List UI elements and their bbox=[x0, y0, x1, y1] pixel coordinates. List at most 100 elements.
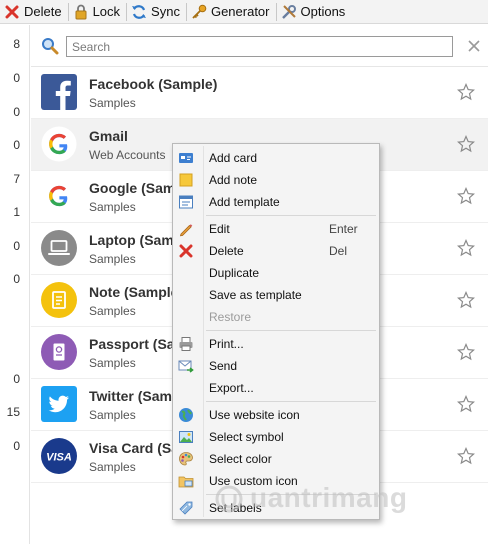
menu-item-label: Select symbol bbox=[209, 430, 284, 444]
delete-button-label: Delete bbox=[24, 4, 62, 19]
menu-item-print[interactable]: Print... bbox=[175, 333, 377, 355]
visa-logo-text: VISA bbox=[46, 452, 72, 464]
count-item: 0 bbox=[13, 272, 20, 286]
entry-title: Passport (Sa bbox=[89, 336, 175, 352]
count-item: 0 bbox=[13, 372, 20, 386]
palette-icon bbox=[179, 452, 193, 466]
menu-item-select-symbol[interactable]: Select symbol bbox=[175, 426, 377, 448]
delete-x-icon bbox=[4, 4, 20, 20]
options-button-label: Options bbox=[300, 4, 346, 19]
menu-separator bbox=[206, 401, 376, 402]
star-icon[interactable] bbox=[457, 83, 475, 101]
menu-item-label: Send bbox=[209, 359, 238, 373]
menu-item-label: Print... bbox=[209, 337, 244, 351]
menu-item-duplicate[interactable]: Duplicate bbox=[175, 262, 377, 284]
star-icon[interactable] bbox=[457, 447, 475, 465]
count-item: 1 bbox=[13, 205, 20, 219]
entry-category: Samples bbox=[89, 96, 136, 110]
generator-button[interactable]: Generator bbox=[187, 0, 276, 24]
entry-title: Twitter (Sam bbox=[89, 388, 172, 404]
toolbar: Delete Lock Sync Generator Options bbox=[0, 0, 488, 24]
folder-image-icon bbox=[178, 476, 194, 488]
count-item: 8 bbox=[13, 37, 20, 51]
search-icon bbox=[42, 38, 59, 55]
card-icon bbox=[179, 153, 193, 163]
menu-item-label: Use website icon bbox=[209, 408, 300, 422]
count-item: 0 bbox=[13, 439, 20, 453]
count-item: 0 bbox=[13, 105, 20, 119]
send-icon bbox=[178, 360, 194, 373]
menu-item-label: Edit bbox=[209, 222, 230, 236]
search-bar bbox=[31, 25, 488, 67]
visa-icon: VISA bbox=[41, 438, 77, 474]
entry-category: Samples bbox=[89, 408, 136, 422]
entry-title: Google (Sam bbox=[89, 180, 176, 196]
menu-item-select-color[interactable]: Select color bbox=[175, 448, 377, 470]
clear-search-icon[interactable] bbox=[466, 38, 482, 54]
menu-item-label: Save as template bbox=[209, 288, 302, 302]
menu-item-add-note[interactable]: Add note bbox=[175, 169, 377, 191]
picture-icon bbox=[179, 431, 193, 443]
tag-icon bbox=[179, 501, 193, 515]
menu-item-restore: Restore bbox=[175, 306, 377, 328]
sync-icon bbox=[131, 4, 147, 20]
star-icon[interactable] bbox=[457, 187, 475, 205]
list-item[interactable]: Facebook (Sample) Samples bbox=[31, 67, 488, 119]
note-icon bbox=[179, 173, 193, 187]
lock-button-label: Lock bbox=[92, 4, 121, 19]
search-input[interactable] bbox=[66, 36, 453, 57]
star-icon[interactable] bbox=[457, 343, 475, 361]
menu-item-label: Duplicate bbox=[209, 266, 260, 280]
count-item: 0 bbox=[13, 71, 20, 85]
entry-title: Visa Card (Sa bbox=[89, 440, 180, 456]
menu-item-save-as-template[interactable]: Save as template bbox=[175, 284, 377, 306]
menu-item-use-website-icon[interactable]: Use website icon bbox=[175, 404, 377, 426]
sync-button[interactable]: Sync bbox=[127, 0, 186, 24]
menu-item-label: Export... bbox=[209, 381, 254, 395]
star-icon[interactable] bbox=[457, 291, 475, 309]
google-icon bbox=[41, 126, 77, 162]
count-item: 15 bbox=[6, 405, 20, 419]
context-menu: Add card Add note Add template Edit Ente… bbox=[172, 143, 380, 520]
sync-button-label: Sync bbox=[151, 4, 180, 19]
count-item: 7 bbox=[13, 172, 20, 186]
lock-button[interactable]: Lock bbox=[69, 0, 126, 24]
menu-item-shortcut: Del bbox=[329, 244, 348, 258]
facebook-icon bbox=[41, 74, 77, 110]
menu-item-label: Add note bbox=[209, 173, 258, 187]
menu-item-delete[interactable]: Delete Del bbox=[175, 240, 377, 262]
passport-icon bbox=[41, 334, 77, 370]
star-icon[interactable] bbox=[457, 395, 475, 413]
menu-item-label: Add template bbox=[209, 195, 280, 209]
menu-item-add-card[interactable]: Add card bbox=[175, 147, 377, 169]
printer-icon bbox=[179, 337, 193, 351]
entry-title: Laptop (Sam bbox=[89, 232, 174, 248]
entry-category: Samples bbox=[89, 356, 136, 370]
menu-item-edit[interactable]: Edit Enter bbox=[175, 218, 377, 240]
menu-item-label: Delete bbox=[209, 244, 244, 258]
watermark-text: uantrimang bbox=[250, 482, 408, 513]
laptop-icon bbox=[41, 230, 77, 266]
pencil-icon bbox=[179, 224, 193, 237]
note-icon bbox=[41, 282, 77, 318]
menu-item-send[interactable]: Send bbox=[175, 355, 377, 377]
star-icon[interactable] bbox=[457, 239, 475, 257]
menu-item-export[interactable]: Export... bbox=[175, 377, 377, 399]
delete-x-icon bbox=[179, 244, 193, 258]
delete-button[interactable]: Delete bbox=[0, 0, 68, 24]
count-item: 0 bbox=[13, 138, 20, 152]
generator-button-label: Generator bbox=[210, 4, 270, 19]
entry-category: Web Accounts bbox=[89, 148, 166, 162]
menu-item-add-template[interactable]: Add template bbox=[175, 191, 377, 213]
entry-category: Samples bbox=[89, 304, 136, 318]
menu-item-label: Restore bbox=[209, 310, 252, 324]
menu-item-label: Select color bbox=[209, 452, 272, 466]
lock-icon bbox=[73, 4, 89, 20]
key-icon bbox=[191, 4, 207, 20]
star-icon[interactable] bbox=[457, 135, 475, 153]
menu-item-shortcut: Enter bbox=[329, 222, 358, 236]
options-button[interactable]: Options bbox=[277, 0, 352, 24]
template-icon bbox=[179, 195, 193, 209]
entry-title: Facebook (Sample) bbox=[89, 76, 218, 92]
entry-category: Samples bbox=[89, 460, 136, 474]
